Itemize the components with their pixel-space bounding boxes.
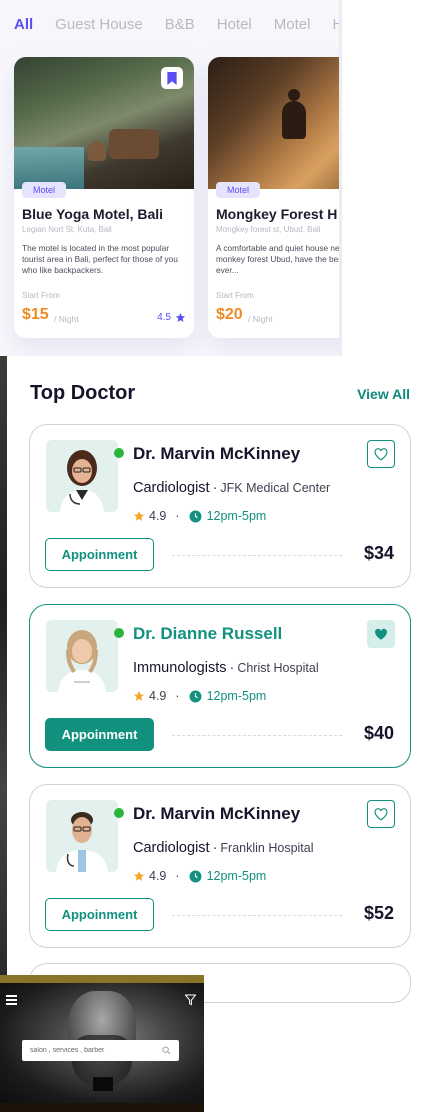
filter-icon[interactable] (185, 994, 196, 1006)
hotel-description: The motel is located in the most popular… (22, 243, 178, 275)
clock-icon (189, 510, 202, 522)
dashed-divider (172, 915, 342, 916)
doctor-avatar (46, 620, 118, 692)
doctor-price: $34 (363, 543, 394, 563)
favorite-button[interactable] (367, 440, 395, 468)
doctor-hospital: JFK Medical Center (220, 481, 331, 495)
doctor-specialty: Cardiologist (133, 840, 210, 856)
price-unit: / Night (248, 314, 273, 324)
header-bar (0, 975, 204, 983)
rating-value: 4.9 (149, 869, 167, 883)
hotel-card[interactable]: Motel Blue Yoga Motel, Bali Legian Nort … (14, 57, 194, 338)
doctor-card[interactable]: Dr. Marvin McKinney Cardiologist · Frankli… (29, 784, 411, 948)
online-indicator (114, 808, 124, 818)
star-icon (134, 691, 144, 701)
tab-all[interactable]: All (14, 16, 33, 33)
tab-guest-house[interactable]: Guest House (55, 16, 143, 33)
category-badge: Motel (216, 182, 261, 198)
search-input[interactable] (30, 1047, 156, 1054)
doctor-specialty-line: Cardiologist · Franklin Hospital (133, 840, 314, 856)
barber-hero-panel (0, 975, 204, 1112)
hotel-rating: 4.5 (157, 312, 186, 323)
dashed-divider (172, 555, 342, 556)
hotel-address: Mongkey forest st, Ubud, Bali (216, 225, 321, 234)
view-all-link[interactable]: View All (357, 386, 410, 402)
hotel-price: $20 (216, 306, 243, 323)
hotel-title: Mongkey Forest H (216, 206, 338, 222)
search-icon[interactable] (162, 1046, 171, 1055)
doctor-hospital: Franklin Hospital (220, 841, 314, 855)
hotel-address: Legian Nort St, Kuta, Bali (22, 225, 112, 234)
doctor-card[interactable]: Dr. Marvin McKinney Cardiologist · JFK Med… (29, 424, 411, 588)
working-hours: 12pm-5pm (206, 869, 267, 883)
favorite-button[interactable] (367, 620, 395, 648)
doctor-meta: 4.9 · 12pm-5pm (133, 869, 266, 883)
doctor-avatar (46, 800, 118, 872)
doctor-meta: 4.9 · 12pm-5pm (133, 509, 266, 523)
doctor-price: $40 (363, 723, 394, 743)
doctor-meta: 4.9 · 12pm-5pm (133, 689, 266, 703)
hotel-price: $15 (22, 306, 49, 323)
appointment-button[interactable]: Appoinment (45, 538, 154, 571)
category-badge: Motel (22, 182, 67, 198)
background-strip (0, 356, 7, 976)
doctor-avatar (46, 440, 118, 512)
hotel-description: A comfortable and quiet house near the m… (216, 243, 341, 275)
star-icon (134, 871, 144, 881)
online-indicator (114, 628, 124, 638)
appointment-button[interactable]: Appoinment (45, 898, 154, 931)
hotel-listing-panel: All Guest House B&B Hotel Motel H Motel … (0, 0, 341, 356)
online-indicator (114, 448, 124, 458)
rating-value: 4.5 (157, 312, 171, 323)
doctor-specialty-line: Cardiologist · JFK Medical Center (133, 480, 331, 496)
heart-outline-icon (374, 447, 388, 460)
tab-bnb[interactable]: B&B (165, 16, 195, 33)
search-bar[interactable] (22, 1040, 179, 1061)
working-hours: 12pm-5pm (206, 509, 267, 523)
heart-outline-icon (374, 807, 388, 820)
doctor-name: Dr. Marvin McKinney (133, 444, 301, 463)
star-icon (175, 312, 186, 322)
heart-filled-icon (375, 628, 387, 640)
tab-motel[interactable]: Motel (274, 16, 311, 33)
price-unit: / Night (54, 314, 79, 324)
hotel-title: Blue Yoga Motel, Bali (22, 206, 164, 222)
hamburger-menu-icon[interactable] (6, 995, 17, 1005)
doctor-name: Dr. Dianne Russell (133, 624, 283, 643)
doctor-name: Dr. Marvin McKinney (133, 804, 301, 823)
doctor-price: $52 (363, 903, 394, 923)
working-hours: 12pm-5pm (206, 689, 267, 703)
start-from-label: Start From (22, 291, 60, 300)
rating-value: 4.9 (149, 689, 167, 703)
doctor-specialty: Cardiologist (133, 480, 210, 496)
appointment-button[interactable]: Appoinment (45, 718, 154, 751)
section-title: Top Doctor (30, 382, 136, 404)
rating-value: 4.9 (149, 509, 167, 523)
category-tabs: All Guest House B&B Hotel Motel H (14, 16, 341, 33)
clock-icon (189, 870, 202, 882)
doctor-specialty: Immunologists (133, 660, 227, 676)
doctor-hospital: Christ Hospital (237, 661, 319, 675)
bookmark-icon (167, 71, 177, 85)
bookmark-button[interactable] (161, 67, 183, 89)
dashed-divider (172, 735, 342, 736)
doctor-specialty-line: Immunologists · Christ Hospital (133, 660, 319, 676)
hotel-photo (208, 57, 341, 189)
star-icon (134, 511, 144, 521)
footer-bar (0, 1103, 204, 1112)
start-from-label: Start From (216, 291, 254, 300)
doctor-card-selected[interactable]: Dr. Dianne Russell Immunologists · Christ … (29, 604, 411, 768)
hotel-card[interactable]: Motel Mongkey Forest H Mongkey forest st… (208, 57, 341, 338)
favorite-button[interactable] (367, 800, 395, 828)
tab-hotel[interactable]: Hotel (217, 16, 252, 33)
clock-icon (189, 690, 202, 702)
panel-divider (339, 0, 342, 356)
